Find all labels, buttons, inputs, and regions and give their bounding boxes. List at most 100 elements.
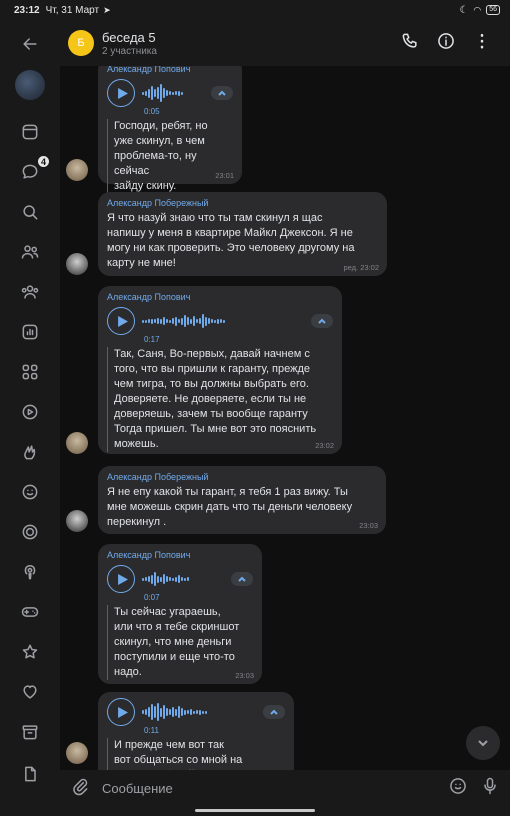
voice-waveform[interactable]	[142, 701, 207, 723]
avatar[interactable]	[66, 253, 88, 275]
waveform-bar	[178, 706, 180, 718]
waveform-bar	[166, 708, 168, 716]
smile-icon[interactable]	[18, 480, 42, 504]
wifi-icon: ◠	[473, 4, 482, 15]
message-author[interactable]: Александр Побережный	[107, 472, 377, 482]
play-button[interactable]	[107, 79, 135, 107]
message-bubble[interactable]: 0:11 И прежде чем вот так вот общаться с…	[98, 692, 294, 770]
waveform-bar	[175, 708, 177, 716]
document-icon[interactable]	[18, 762, 42, 786]
message-time: ред. 23:02	[343, 263, 380, 272]
voice-duration: 0:07	[144, 593, 160, 602]
status-bar: 23:12 Чт, 31 Март ➤ ☾ ◠ 56	[0, 0, 510, 20]
avatar[interactable]	[66, 742, 88, 764]
message-author[interactable]: Александр Попович	[107, 66, 233, 74]
target-icon[interactable]	[18, 520, 42, 544]
message-author[interactable]: Александр Побережный	[107, 198, 378, 208]
chat-avatar[interactable]: Б	[68, 30, 94, 56]
message-input[interactable]	[102, 775, 442, 801]
telegram-icon: ➤	[103, 4, 111, 15]
waveform-bar	[178, 319, 180, 323]
stats-icon[interactable]	[18, 320, 42, 344]
waveform-bar	[142, 91, 144, 95]
waveform-bar	[166, 576, 168, 582]
attach-icon[interactable]	[70, 776, 90, 801]
message-author[interactable]: Александр Попович	[107, 292, 333, 302]
news-icon[interactable]	[18, 120, 42, 144]
transcript-toggle[interactable]	[263, 705, 285, 719]
transcript-toggle[interactable]	[211, 86, 233, 100]
avatar[interactable]	[66, 510, 88, 532]
microphone-icon[interactable]	[480, 776, 500, 801]
waveform-bar	[166, 319, 168, 323]
side-navigation: 4	[0, 20, 60, 816]
waveform-bar	[148, 707, 150, 717]
waveform-bar	[160, 576, 162, 582]
waveform-bar	[205, 710, 207, 714]
waveform-bar	[181, 317, 183, 325]
play-button[interactable]	[107, 698, 135, 726]
waveform-bar	[187, 710, 189, 714]
heart-icon[interactable]	[18, 680, 42, 704]
waveform-bar	[151, 574, 153, 584]
video-icon[interactable]	[18, 400, 42, 424]
podcast-icon[interactable]	[18, 560, 42, 584]
transcript-toggle[interactable]	[231, 572, 253, 586]
play-button[interactable]	[107, 565, 135, 593]
scroll-down-button[interactable]	[466, 726, 500, 760]
waveform-bar	[184, 577, 186, 581]
message-bubble[interactable]: Александр Попович 0:07 Ты сейчас угараеш…	[98, 544, 262, 684]
play-button[interactable]	[107, 307, 135, 335]
message-bubble[interactable]: Александр Попович 0:05 Господи, ребят, н…	[98, 66, 242, 194]
phone-icon[interactable]	[400, 31, 420, 56]
message-bubble[interactable]: Александр Побережный Я что назуй знаю чт…	[98, 192, 387, 276]
back-arrow-icon[interactable]	[18, 32, 42, 56]
avatar[interactable]	[66, 159, 88, 181]
status-date: Чт, 31 Март	[45, 4, 100, 16]
chat-title-block[interactable]: беседа 5 2 участника	[102, 30, 157, 57]
search-icon[interactable]	[18, 200, 42, 224]
unread-badge: 4	[36, 154, 51, 169]
message-text: Я не епу какой ты гарант, я тебя 1 раз в…	[107, 486, 353, 528]
voice-transcript: Так, Саня, Во-первых, давай начнем с тог…	[107, 347, 333, 452]
play-icon	[117, 87, 128, 99]
info-icon[interactable]	[436, 31, 456, 56]
waveform-bar	[181, 91, 183, 95]
transcript-toggle[interactable]	[311, 314, 333, 328]
archive-icon[interactable]	[18, 720, 42, 744]
more-vertical-icon[interactable]	[472, 31, 492, 56]
voice-waveform[interactable]	[142, 310, 225, 332]
star-icon[interactable]	[18, 640, 42, 664]
sticker-icon[interactable]	[448, 776, 468, 801]
waveform-bar	[223, 319, 225, 323]
profile-avatar[interactable]	[15, 70, 45, 100]
communities-icon[interactable]	[18, 280, 42, 304]
message-bubble[interactable]: Александр Побережный Я не епу какой ты г…	[98, 466, 386, 534]
chevron-up-icon	[270, 709, 278, 715]
waveform-bar	[175, 316, 177, 326]
message-list[interactable]: Александр Попович 0:05 Господи, ребят, н…	[60, 66, 510, 770]
games-icon[interactable]	[18, 600, 42, 624]
waveform-bar	[151, 704, 153, 720]
avatar[interactable]	[66, 432, 88, 454]
waveform-bar	[199, 709, 201, 715]
voice-waveform[interactable]	[142, 568, 189, 590]
voice-waveform[interactable]	[142, 82, 183, 104]
home-indicator[interactable]	[195, 809, 315, 812]
friends-icon[interactable]	[18, 240, 42, 264]
waveform-bar	[184, 315, 186, 327]
waveform-bar	[172, 707, 174, 717]
clips-icon[interactable]	[18, 440, 42, 464]
waveform-bar	[148, 88, 150, 98]
message-author[interactable]: Александр Попович	[107, 550, 253, 560]
services-icon[interactable]	[18, 360, 42, 384]
voice-transcript: Ты сейчас угараешь, или что я тебе скрин…	[107, 605, 253, 680]
play-icon	[117, 706, 128, 718]
waveform-bar	[208, 318, 210, 324]
waveform-bar	[196, 710, 198, 714]
waveform-bar	[145, 709, 147, 715]
waveform-bar	[187, 317, 189, 325]
chevron-up-icon	[318, 318, 326, 324]
message-bubble[interactable]: Александр Попович 0:17 Так, Саня, Во-пер…	[98, 286, 342, 454]
waveform-bar	[172, 577, 174, 581]
